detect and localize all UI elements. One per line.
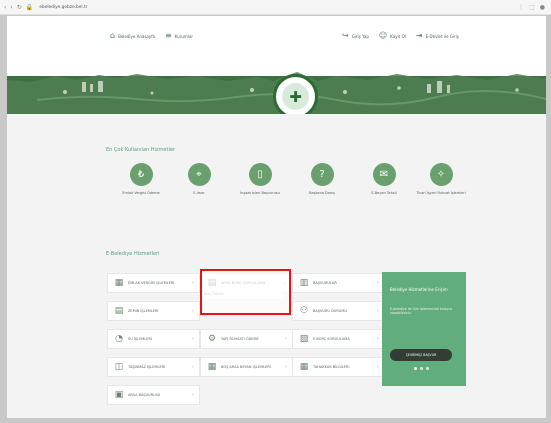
carousel-dot[interactable] (420, 367, 423, 370)
highlighted-selection (200, 269, 291, 315)
ebelediye-item-basvurular[interactable]: ▥ BAŞVURULAR › (292, 273, 385, 293)
browser-window: ‹ › ↻ 🔒 ebelediye.gebze.bel.tr ⋮ ⬚ ● ⌂ B… (0, 0, 551, 423)
document-icon: ▯ (248, 163, 272, 186)
seal-logo-icon: ✚ (282, 83, 309, 110)
ebelediye-item-bos-arsa[interactable]: ▦ BOŞ ARSA BEYAN İŞLEMLERİ › (200, 357, 293, 377)
service-eimar[interactable]: ⌖ E-İmar (165, 163, 233, 195)
status-icon: ⚇ (299, 305, 309, 316)
more-icon[interactable]: ⋮ (518, 4, 524, 11)
chevron-right-icon: › (192, 392, 194, 398)
list-item-label: BAŞVURU DURUMU (313, 309, 347, 313)
top-navigation: ⌂ Belediye Anasayfa ≡ Kurumlar ↪ Giriş Y… (7, 16, 546, 52)
profile-icon[interactable]: ● (540, 4, 545, 11)
address-bar[interactable]: ebelediye.gebze.bel.tr (39, 5, 87, 10)
menu-icon: ≡ (165, 31, 172, 40)
seal-logo[interactable]: ✚ (273, 74, 318, 114)
ebelediye-item-tasinmaz[interactable]: ◫ TAŞINMAZ İŞLEMLERİ › (107, 357, 200, 377)
list-item-label: EMLAK VERGİSİ İŞLEMLERİ (128, 281, 175, 285)
chevron-right-icon: › (285, 364, 287, 370)
login-icon: ↪ (342, 31, 349, 40)
home-icon: ⌂ (110, 31, 116, 40)
search-debt-icon: ▧ (299, 333, 309, 344)
list-item-label: ARSA BAŞVURUSU (128, 393, 161, 397)
nav-institutions[interactable]: ≡ Kurumlar (165, 32, 193, 40)
ebelediye-item-zemin[interactable]: ▤ ZEMİN İŞLEMLERİ › (107, 301, 200, 321)
service-label: Başkana Danış (309, 191, 335, 195)
extensions-icon[interactable]: ⬚ (529, 4, 535, 11)
promo-title: Belediye Hizmetlerine Erişim (390, 287, 448, 292)
plot-icon: ▣ (114, 389, 124, 400)
declaration-icon: ▦ (207, 361, 217, 372)
page-content: ⌂ Belediye Anasayfa ≡ Kurumlar ↪ Giriş Y… (7, 16, 546, 418)
chat-icon: ✉ (372, 163, 396, 186)
ebelediye-item-tahakkuk[interactable]: ▦ TAHAKKUK BİLGİLERİ › (292, 357, 385, 377)
building-permit-icon: ⚙ (207, 333, 217, 344)
service-insaat[interactable]: ▯ İnşaat İşleri Başvurusu (226, 163, 294, 195)
hero-banner: ✚ (7, 52, 546, 114)
chevron-right-icon: › (377, 308, 379, 314)
nav-register-label: Kayıt Ol (390, 33, 406, 39)
location-icon: ⌖ (187, 163, 211, 186)
nav-home[interactable]: ⌂ Belediye Anasayfa (110, 32, 155, 40)
nav-login-label: Giriş Yap (351, 33, 369, 39)
list-item-label: SU İŞLEMLERİ (128, 337, 152, 341)
carousel-dot[interactable] (414, 367, 417, 370)
chevron-right-icon: › (377, 336, 379, 342)
ebelediye-item-su[interactable]: ◔ SU İŞLEMLERİ › (107, 329, 200, 349)
edevlet-icon: ⇥ (415, 31, 423, 40)
lock-icon: 🔒 (25, 3, 34, 11)
question-icon: ? (310, 163, 334, 186)
ebelediye-title: E-Belediye Hizmetleri (106, 251, 160, 257)
list-item-label: TAŞINMAZ İŞLEMLERİ (128, 365, 166, 369)
water-icon: ◔ (115, 333, 123, 344)
ebelediye-item-emlak[interactable]: ▦ EMLAK VERGİSİ İŞLEMLERİ › (107, 273, 200, 293)
list-item-label: YAPI RUHSATI ÖDEME (221, 337, 259, 341)
browser-toolbar: ‹ › ↻ 🔒 ebelediye.gebze.bel.tr ⋮ ⬚ ● (0, 0, 551, 15)
back-icon[interactable]: ‹ (4, 4, 6, 11)
chevron-right-icon: › (192, 308, 194, 314)
nav-edevlet[interactable]: ⇥ E-Devlet ile Giriş (416, 32, 459, 40)
nav-register[interactable]: ☺ Kayıt Ol (379, 32, 406, 40)
most-used-title: En Çok Kullanılan Hizmetler (106, 147, 175, 153)
building-icon: ▦ (114, 277, 124, 288)
property-icon: ◫ (114, 361, 124, 372)
chevron-right-icon: › (377, 280, 379, 286)
promo-button[interactable]: ÇEVRİMİÇİ BAŞVUR (390, 349, 452, 361)
service-ticari[interactable]: ✧ Ticari İşyeri Ruhsat İşlemleri (407, 163, 475, 195)
list-item-label: TAHAKKUK BİLGİLERİ (313, 365, 350, 369)
accrual-icon: ▦ (299, 361, 309, 372)
payment-icon: ₺ (129, 163, 153, 186)
promo-card: Belediye Hizmetlerine Erişim E-belediye … (382, 272, 466, 386)
list-item-label: ZEMİN İŞLEMLERİ (128, 309, 159, 313)
business-icon: ✧ (429, 163, 453, 186)
chevron-right-icon: › (192, 280, 194, 286)
refresh-icon[interactable]: ↻ (17, 4, 22, 11)
chevron-right-icon: › (377, 364, 379, 370)
list-item-label: BAŞVURULAR (313, 281, 337, 285)
forward-icon[interactable]: › (10, 4, 12, 11)
chevron-right-icon: › (285, 336, 287, 342)
list-item-label: E-BORÇ SORGULAMA (313, 337, 350, 341)
promo-text: E-belediye ile tüm işlemlerinizi kolayca… (390, 307, 453, 316)
nav-login[interactable]: ↪ Giriş Yap (342, 32, 369, 40)
carousel-dot[interactable] (426, 367, 429, 370)
list-item-label: BOŞ ARSA BEYAN İŞLEMLERİ (221, 365, 271, 369)
service-label: Ticari İşyeri Ruhsat İşlemleri (416, 191, 466, 195)
applications-icon: ▥ (299, 277, 309, 288)
ebelediye-item-eborc[interactable]: ▧ E-BORÇ SORGULAMA › (292, 329, 385, 349)
service-baskana[interactable]: ? Başkana Danış (288, 163, 356, 195)
chevron-right-icon: › (192, 336, 194, 342)
service-label: İnşaat İşleri Başvurusu (240, 191, 280, 195)
ground-icon: ▤ (114, 305, 124, 316)
ebelediye-item-arsa[interactable]: ▣ ARSA BAŞVURUSU › (107, 385, 200, 405)
nav-institutions-label: Kurumlar (174, 33, 194, 39)
ebelediye-item-yapi-ruhsati[interactable]: ⚙ YAPI RUHSATI ÖDEME › (200, 329, 293, 349)
user-plus-icon: ☺ (378, 31, 388, 40)
chevron-right-icon: › (192, 364, 194, 370)
service-label: E-İmar (193, 191, 205, 195)
nav-home-label: Belediye Anasayfa (118, 33, 156, 39)
ebelediye-item-basvuru-durumu[interactable]: ⚇ BAŞVURU DURUMU › (292, 301, 385, 321)
carousel-dots[interactable] (414, 367, 429, 370)
nav-edevlet-label: E-Devlet ile Giriş (425, 33, 459, 39)
